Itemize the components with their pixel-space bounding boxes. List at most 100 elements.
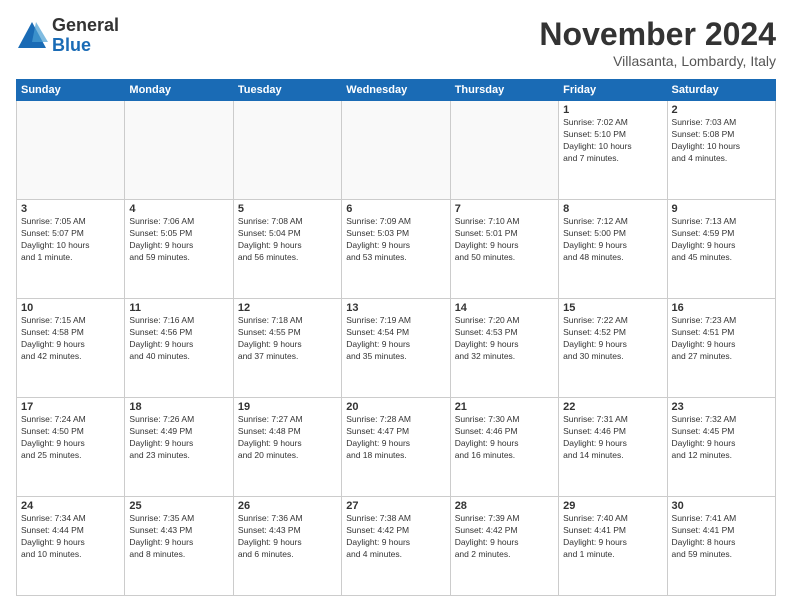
day-number: 3 (21, 203, 120, 215)
table-row: 8Sunrise: 7:12 AM Sunset: 5:00 PM Daylig… (559, 200, 667, 299)
day-number: 2 (672, 104, 771, 116)
table-row: 16Sunrise: 7:23 AM Sunset: 4:51 PM Dayli… (667, 299, 775, 398)
table-row: 29Sunrise: 7:40 AM Sunset: 4:41 PM Dayli… (559, 497, 667, 596)
calendar-week-2: 3Sunrise: 7:05 AM Sunset: 5:07 PM Daylig… (17, 200, 776, 299)
logo-general-label: General (52, 16, 119, 36)
day-info: Sunrise: 7:23 AM Sunset: 4:51 PM Dayligh… (672, 315, 771, 363)
day-info: Sunrise: 7:26 AM Sunset: 4:49 PM Dayligh… (129, 414, 228, 462)
table-row: 18Sunrise: 7:26 AM Sunset: 4:49 PM Dayli… (125, 398, 233, 497)
day-info: Sunrise: 7:41 AM Sunset: 4:41 PM Dayligh… (672, 513, 771, 561)
day-number: 28 (455, 500, 554, 512)
day-number: 6 (346, 203, 445, 215)
day-number: 20 (346, 401, 445, 413)
day-info: Sunrise: 7:15 AM Sunset: 4:58 PM Dayligh… (21, 315, 120, 363)
day-number: 23 (672, 401, 771, 413)
day-number: 21 (455, 401, 554, 413)
day-info: Sunrise: 7:28 AM Sunset: 4:47 PM Dayligh… (346, 414, 445, 462)
table-row: 28Sunrise: 7:39 AM Sunset: 4:42 PM Dayli… (450, 497, 558, 596)
day-info: Sunrise: 7:35 AM Sunset: 4:43 PM Dayligh… (129, 513, 228, 561)
calendar-week-4: 17Sunrise: 7:24 AM Sunset: 4:50 PM Dayli… (17, 398, 776, 497)
header-wednesday: Wednesday (342, 80, 450, 101)
day-number: 10 (21, 302, 120, 314)
table-row: 14Sunrise: 7:20 AM Sunset: 4:53 PM Dayli… (450, 299, 558, 398)
logo-text: General Blue (52, 16, 119, 56)
day-info: Sunrise: 7:40 AM Sunset: 4:41 PM Dayligh… (563, 513, 662, 561)
day-number: 19 (238, 401, 337, 413)
table-row: 5Sunrise: 7:08 AM Sunset: 5:04 PM Daylig… (233, 200, 341, 299)
table-row: 22Sunrise: 7:31 AM Sunset: 4:46 PM Dayli… (559, 398, 667, 497)
day-info: Sunrise: 7:34 AM Sunset: 4:44 PM Dayligh… (21, 513, 120, 561)
header: General Blue November 2024 Villasanta, L… (16, 16, 776, 69)
table-row: 12Sunrise: 7:18 AM Sunset: 4:55 PM Dayli… (233, 299, 341, 398)
header-monday: Monday (125, 80, 233, 101)
day-info: Sunrise: 7:39 AM Sunset: 4:42 PM Dayligh… (455, 513, 554, 561)
calendar-week-1: 1Sunrise: 7:02 AM Sunset: 5:10 PM Daylig… (17, 101, 776, 200)
table-row (233, 101, 341, 200)
table-row (450, 101, 558, 200)
table-row: 7Sunrise: 7:10 AM Sunset: 5:01 PM Daylig… (450, 200, 558, 299)
table-row: 9Sunrise: 7:13 AM Sunset: 4:59 PM Daylig… (667, 200, 775, 299)
table-row (125, 101, 233, 200)
day-info: Sunrise: 7:05 AM Sunset: 5:07 PM Dayligh… (21, 216, 120, 264)
table-row: 10Sunrise: 7:15 AM Sunset: 4:58 PM Dayli… (17, 299, 125, 398)
table-row: 30Sunrise: 7:41 AM Sunset: 4:41 PM Dayli… (667, 497, 775, 596)
table-row: 27Sunrise: 7:38 AM Sunset: 4:42 PM Dayli… (342, 497, 450, 596)
day-info: Sunrise: 7:06 AM Sunset: 5:05 PM Dayligh… (129, 216, 228, 264)
table-row: 4Sunrise: 7:06 AM Sunset: 5:05 PM Daylig… (125, 200, 233, 299)
day-info: Sunrise: 7:27 AM Sunset: 4:48 PM Dayligh… (238, 414, 337, 462)
day-info: Sunrise: 7:08 AM Sunset: 5:04 PM Dayligh… (238, 216, 337, 264)
day-info: Sunrise: 7:30 AM Sunset: 4:46 PM Dayligh… (455, 414, 554, 462)
day-number: 11 (129, 302, 228, 314)
header-tuesday: Tuesday (233, 80, 341, 101)
day-info: Sunrise: 7:13 AM Sunset: 4:59 PM Dayligh… (672, 216, 771, 264)
day-info: Sunrise: 7:38 AM Sunset: 4:42 PM Dayligh… (346, 513, 445, 561)
day-number: 14 (455, 302, 554, 314)
header-saturday: Saturday (667, 80, 775, 101)
calendar-week-3: 10Sunrise: 7:15 AM Sunset: 4:58 PM Dayli… (17, 299, 776, 398)
day-number: 4 (129, 203, 228, 215)
day-number: 25 (129, 500, 228, 512)
day-number: 9 (672, 203, 771, 215)
day-info: Sunrise: 7:19 AM Sunset: 4:54 PM Dayligh… (346, 315, 445, 363)
calendar-week-5: 24Sunrise: 7:34 AM Sunset: 4:44 PM Dayli… (17, 497, 776, 596)
page: General Blue November 2024 Villasanta, L… (0, 0, 792, 612)
day-number: 5 (238, 203, 337, 215)
table-row: 20Sunrise: 7:28 AM Sunset: 4:47 PM Dayli… (342, 398, 450, 497)
title-block: November 2024 Villasanta, Lombardy, Ital… (539, 16, 776, 69)
logo: General Blue (16, 16, 119, 56)
table-row: 11Sunrise: 7:16 AM Sunset: 4:56 PM Dayli… (125, 299, 233, 398)
day-info: Sunrise: 7:24 AM Sunset: 4:50 PM Dayligh… (21, 414, 120, 462)
day-number: 26 (238, 500, 337, 512)
table-row (17, 101, 125, 200)
day-info: Sunrise: 7:16 AM Sunset: 4:56 PM Dayligh… (129, 315, 228, 363)
table-row: 23Sunrise: 7:32 AM Sunset: 4:45 PM Dayli… (667, 398, 775, 497)
month-title: November 2024 (539, 16, 776, 53)
table-row: 1Sunrise: 7:02 AM Sunset: 5:10 PM Daylig… (559, 101, 667, 200)
day-number: 17 (21, 401, 120, 413)
table-row: 13Sunrise: 7:19 AM Sunset: 4:54 PM Dayli… (342, 299, 450, 398)
logo-blue-label: Blue (52, 36, 119, 56)
header-thursday: Thursday (450, 80, 558, 101)
calendar-header-row: Sunday Monday Tuesday Wednesday Thursday… (17, 80, 776, 101)
day-info: Sunrise: 7:10 AM Sunset: 5:01 PM Dayligh… (455, 216, 554, 264)
table-row: 17Sunrise: 7:24 AM Sunset: 4:50 PM Dayli… (17, 398, 125, 497)
day-number: 24 (21, 500, 120, 512)
day-number: 18 (129, 401, 228, 413)
day-info: Sunrise: 7:36 AM Sunset: 4:43 PM Dayligh… (238, 513, 337, 561)
table-row (342, 101, 450, 200)
table-row: 3Sunrise: 7:05 AM Sunset: 5:07 PM Daylig… (17, 200, 125, 299)
day-number: 16 (672, 302, 771, 314)
day-number: 29 (563, 500, 662, 512)
calendar-table: Sunday Monday Tuesday Wednesday Thursday… (16, 79, 776, 596)
day-info: Sunrise: 7:32 AM Sunset: 4:45 PM Dayligh… (672, 414, 771, 462)
table-row: 26Sunrise: 7:36 AM Sunset: 4:43 PM Dayli… (233, 497, 341, 596)
day-info: Sunrise: 7:02 AM Sunset: 5:10 PM Dayligh… (563, 117, 662, 165)
logo-icon (16, 20, 48, 52)
day-number: 13 (346, 302, 445, 314)
table-row: 2Sunrise: 7:03 AM Sunset: 5:08 PM Daylig… (667, 101, 775, 200)
table-row: 15Sunrise: 7:22 AM Sunset: 4:52 PM Dayli… (559, 299, 667, 398)
table-row: 21Sunrise: 7:30 AM Sunset: 4:46 PM Dayli… (450, 398, 558, 497)
day-number: 30 (672, 500, 771, 512)
day-number: 22 (563, 401, 662, 413)
day-info: Sunrise: 7:03 AM Sunset: 5:08 PM Dayligh… (672, 117, 771, 165)
